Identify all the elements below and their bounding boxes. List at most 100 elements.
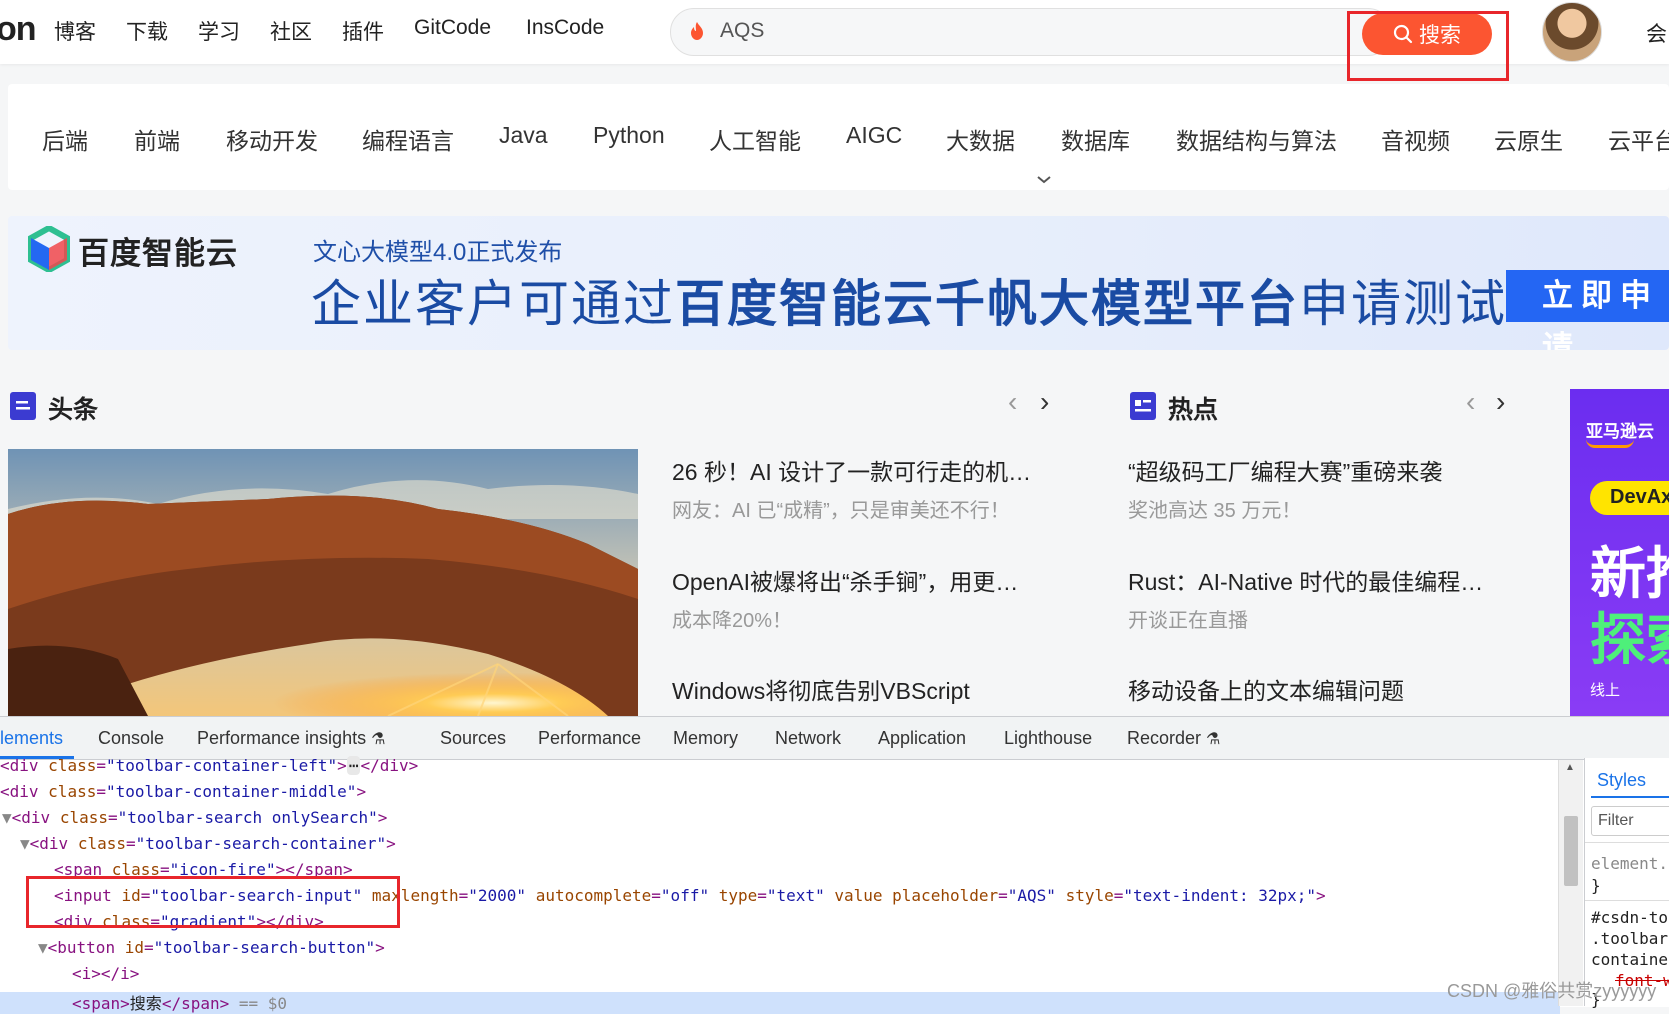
tab-application[interactable]: Application xyxy=(878,728,966,749)
category-audio-video[interactable]: 音视频 xyxy=(1381,122,1450,156)
style-rule-line: #csdn-too xyxy=(1591,908,1669,927)
category-ai[interactable]: 人工智能 xyxy=(709,122,801,156)
category-java[interactable]: Java xyxy=(499,122,548,149)
flask-icon: ⚗ xyxy=(371,731,386,748)
chevron-left-icon[interactable]: ‹ xyxy=(1008,386,1017,418)
watermark: CSDN @雅俗共赏zyyyyyy xyxy=(1447,981,1657,1001)
expand-triangle-icon[interactable]: ▼ xyxy=(20,834,30,853)
devtools-tab-bar: lements Console Performance insights ⚗ S… xyxy=(0,717,1669,760)
nav-link-gitcode[interactable]: GitCode xyxy=(414,16,491,40)
tab-elements[interactable]: lements xyxy=(0,728,63,749)
banner-headline-pre: 企业客户可通过 xyxy=(311,276,675,332)
ad-banner[interactable]: 百度智能云 文心大模型4.0正式发布 企业客户可通过百度智能云千帆大模型平台申请… xyxy=(8,216,1669,350)
scroll-up-arrow-icon[interactable]: ▲ xyxy=(1565,762,1575,773)
top-navigation-bar: on 博客 下载 学习 社区 插件 GitCode InsCode AQS 搜索… xyxy=(0,0,1669,81)
headline-item-title[interactable]: OpenAI被爆将出“杀手锏”，用更… xyxy=(672,563,1018,597)
category-frontend[interactable]: 前端 xyxy=(134,122,180,156)
headline-item-title[interactable]: 26 秒！AI 设计了一款可行走的机… xyxy=(672,453,1031,487)
tab-performance[interactable]: Performance xyxy=(538,728,641,749)
scrollbar[interactable]: ▲ xyxy=(1558,760,1583,1006)
baidu-cloud-logo-icon xyxy=(28,226,70,272)
avatar[interactable] xyxy=(1542,2,1602,62)
ellipsis-icon[interactable]: ⋯ xyxy=(346,756,361,775)
chevron-right-icon[interactable]: › xyxy=(1040,386,1049,418)
category-languages[interactable]: 编程语言 xyxy=(362,122,454,156)
banner-headline: 企业客户可通过百度智能云千帆大模型平台申请测试 xyxy=(311,264,1507,336)
dom-node[interactable]: ▼<div class="toolbar-search onlySearch"> xyxy=(2,808,387,827)
nav-link-learn[interactable]: 学习 xyxy=(198,16,240,46)
styles-filter-input[interactable]: Filter xyxy=(1591,806,1669,836)
category-algorithms[interactable]: 数据结构与算法 xyxy=(1176,122,1337,156)
expand-triangle-icon[interactable]: ▼ xyxy=(2,808,12,827)
hot-topics-icon xyxy=(1130,392,1156,420)
styles-filter-placeholder: Filter xyxy=(1598,812,1634,829)
dom-node[interactable]: ▼<div class="toolbar-search-container"> xyxy=(20,834,396,853)
style-rule-line: } xyxy=(1591,876,1601,895)
category-bar: 后端 前端 移动开发 编程语言 Java Python 人工智能 AIGC 大数… xyxy=(8,84,1669,190)
style-rule-line: container xyxy=(1591,950,1669,969)
category-python[interactable]: Python xyxy=(593,122,665,149)
dom-node[interactable]: <i></i> xyxy=(72,964,139,983)
side-ad-footer: 线上 xyxy=(1590,682,1621,699)
member-link[interactable]: 会 xyxy=(1646,18,1667,48)
hot-item-title[interactable]: “超级码工厂编程大赛”重磅来袭 xyxy=(1128,453,1442,487)
tab-sources[interactable]: Sources xyxy=(440,728,506,749)
tab-network[interactable]: Network xyxy=(775,728,841,749)
headline-item-subtitle: 成本降20%！ xyxy=(672,610,793,632)
style-rule-line: .toolbar xyxy=(1591,929,1669,948)
chevron-right-icon[interactable]: › xyxy=(1496,386,1505,418)
tab-styles[interactable]: Styles xyxy=(1597,770,1646,791)
tab-memory[interactable]: Memory xyxy=(673,728,738,749)
nav-link-inscode[interactable]: InsCode xyxy=(526,16,604,40)
nav-link-community[interactable]: 社区 xyxy=(270,16,312,46)
expand-categories-button[interactable] xyxy=(1022,172,1066,190)
tab-lighthouse[interactable]: Lighthouse xyxy=(1004,728,1092,749)
flask-icon: ⚗ xyxy=(1206,731,1221,748)
category-mobile[interactable]: 移动开发 xyxy=(226,122,318,156)
baidu-cloud-logo-text: 百度智能云 xyxy=(78,236,238,271)
headline-item-subtitle: 网友：AI 已“成精”，只是审美还不行！ xyxy=(672,500,1010,522)
hot-item-title[interactable]: Rust：AI-Native 时代的最佳编程… xyxy=(1128,563,1483,597)
dom-node[interactable]: <div class="toolbar-container-middle"> xyxy=(0,782,366,801)
headline-item-title[interactable]: Windows将彻底告别VBScript xyxy=(672,672,970,706)
tab-console[interactable]: Console xyxy=(98,728,164,749)
category-cloud-platform[interactable]: 云平台 xyxy=(1608,122,1669,156)
site-logo[interactable]: on xyxy=(0,10,37,49)
nav-link-plugins[interactable]: 插件 xyxy=(342,16,384,46)
category-database[interactable]: 数据库 xyxy=(1061,122,1130,156)
divider xyxy=(1585,900,1669,901)
highlight-box xyxy=(26,876,400,928)
hot-section-title: 热点 xyxy=(1168,396,1219,424)
amazon-smile-icon xyxy=(1586,439,1634,448)
headline-image[interactable] xyxy=(8,449,638,716)
tab-performance-insights[interactable]: Performance insights ⚗ xyxy=(197,728,385,749)
banner-subtitle: 文心大模型4.0正式发布 xyxy=(313,239,563,266)
dom-node[interactable]: ▼<button id="toolbar-search-button"> xyxy=(38,938,385,957)
tab-recorder-label: Recorder xyxy=(1127,728,1202,748)
tab-recorder[interactable]: Recorder ⚗ xyxy=(1127,728,1220,749)
search-input-value: AQS xyxy=(720,19,765,42)
active-tab-indicator xyxy=(1591,796,1669,798)
category-cloud-native[interactable]: 云原生 xyxy=(1494,122,1563,156)
hot-item-title[interactable]: 移动设备上的文本编辑问题 xyxy=(1128,672,1404,706)
chevron-left-icon[interactable]: ‹ xyxy=(1466,386,1475,418)
chevron-down-icon xyxy=(1037,176,1051,184)
nav-link-download[interactable]: 下载 xyxy=(126,16,168,46)
hot-item-subtitle: 奖池高达 35 万元！ xyxy=(1128,500,1302,522)
search-input[interactable] xyxy=(670,8,1392,56)
category-aigc[interactable]: AIGC xyxy=(846,122,902,149)
styles-pane: Styles Filter element.s } #csdn-too .too… xyxy=(1584,758,1669,1009)
side-ad-tag: DevAx xyxy=(1610,486,1669,508)
banner-apply-button[interactable]: 立即申请 xyxy=(1506,270,1669,350)
banner-headline-post: 申请测试 xyxy=(1299,276,1507,332)
dom-node-selected[interactable]: <span>搜索</span> == $0 xyxy=(72,990,287,1014)
side-ad-big-line2: 探索 xyxy=(1590,608,1669,671)
category-bigdata[interactable]: 大数据 xyxy=(946,122,1015,156)
dom-node[interactable]: <div class="toolbar-container-left"> ⋯ </d… xyxy=(0,756,418,775)
tab-performance-insights-label: Performance insights xyxy=(197,728,367,748)
scrollbar-thumb[interactable] xyxy=(1564,816,1578,886)
expand-triangle-icon[interactable]: ▼ xyxy=(38,938,48,957)
nav-link-blog[interactable]: 博客 xyxy=(54,16,96,46)
category-backend[interactable]: 后端 xyxy=(42,122,88,156)
side-advertisement[interactable]: 亚马逊云 DevAx 新推 探索 线上 xyxy=(1570,389,1669,716)
